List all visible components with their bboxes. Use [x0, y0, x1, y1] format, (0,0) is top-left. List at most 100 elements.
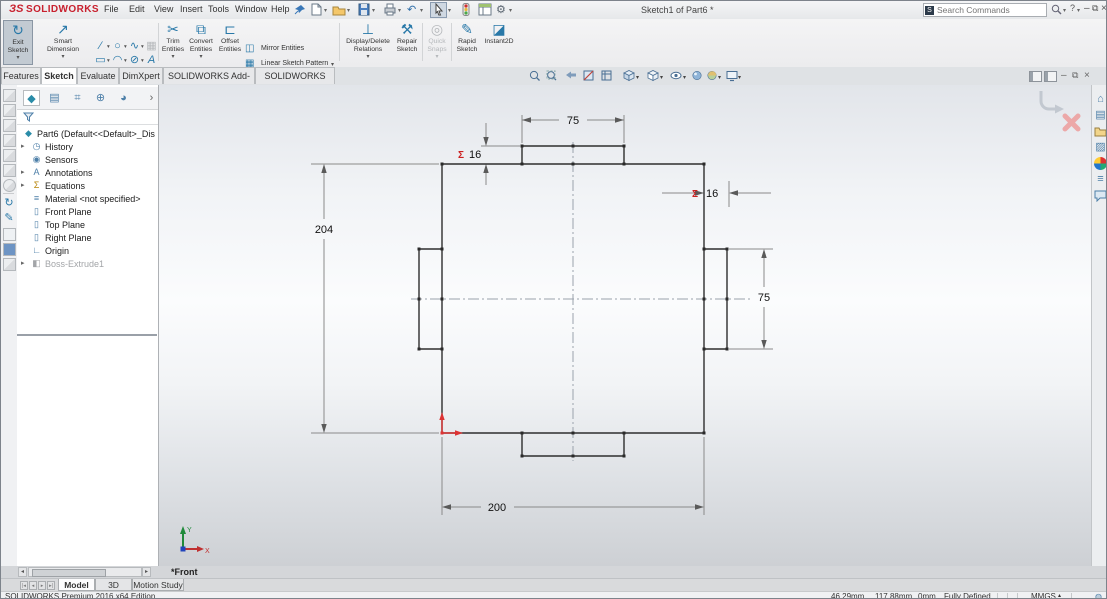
spline-tool-icon[interactable]: ∿ — [128, 40, 141, 53]
sketch-canvas[interactable]: 75 Σ 16 Σ 16 204 75 200 Y X — [159, 85, 1091, 566]
help-button[interactable]: ? — [1070, 3, 1075, 13]
print-caret-icon[interactable]: ▾ — [398, 7, 401, 14]
view-palette-icon[interactable]: ▨ — [1094, 141, 1106, 154]
tab-solidworks-mbd[interactable]: SOLIDWORKS MBD — [255, 67, 335, 98]
minimize-button[interactable]: – — [1084, 3, 1090, 14]
dim-overall-width[interactable]: 200 — [488, 502, 506, 514]
convert-caret-icon[interactable]: ▾ — [187, 54, 215, 61]
dim-top-tab-height[interactable]: 16 — [469, 149, 481, 161]
show-featuremanager-pane-icon[interactable] — [1029, 71, 1042, 82]
configurationmanager-tab-icon[interactable]: ⌗ — [69, 90, 86, 106]
search-input[interactable] — [937, 5, 1032, 15]
cancel-sketch-icon[interactable] — [1062, 113, 1081, 132]
sketch-icon[interactable]: ↻ — [2, 196, 16, 209]
tab-model[interactable]: Model — [58, 579, 95, 591]
part-blue-icon[interactable] — [3, 243, 16, 256]
settings-gear-icon[interactable]: ⚙ — [496, 3, 506, 16]
pin-icon[interactable] — [293, 3, 307, 16]
hide-show-caret-icon[interactable]: ▾ — [683, 75, 686, 81]
expand-caret-icon[interactable]: ▸ — [21, 142, 25, 150]
tab-3d-views[interactable]: 3D Views — [95, 579, 132, 598]
trim-caret-icon[interactable]: ▾ — [160, 54, 186, 61]
view-cube-icon[interactable] — [3, 164, 16, 177]
home-icon[interactable]: ⌂ — [1094, 93, 1106, 106]
spline-caret-icon[interactable]: ▾ — [141, 44, 144, 50]
close-button[interactable]: × — [1101, 3, 1106, 14]
menu-help[interactable]: Help — [271, 4, 290, 14]
tab-evaluate[interactable]: Evaluate — [77, 67, 119, 84]
display-style-icon[interactable] — [647, 70, 659, 82]
exit-sketch-caret-icon[interactable]: ▾ — [4, 55, 32, 62]
expand-caret-icon[interactable]: ▸ — [21, 181, 25, 189]
file-explorer-icon[interactable] — [1094, 125, 1107, 138]
dim-top-tab-width[interactable]: 75 — [567, 115, 579, 127]
circle-caret-icon[interactable]: ▾ — [124, 44, 127, 50]
expand-caret-icon[interactable]: ▸ — [21, 259, 25, 267]
tree-item-front-plane[interactable]: ▯ Front Plane — [17, 206, 157, 219]
convert-entities-button[interactable]: ⧉ Convert Entities ▾ — [187, 20, 215, 65]
show-display-pane-icon[interactable] — [1044, 71, 1057, 82]
restore-button[interactable]: ⧉ — [1092, 3, 1098, 14]
settings-caret-icon[interactable]: ▾ — [509, 7, 512, 14]
scroll-left-button[interactable]: ◂ — [18, 567, 27, 577]
display-delete-caret-icon[interactable]: ▾ — [343, 54, 393, 61]
menu-file[interactable]: File — [104, 4, 119, 14]
units-selector[interactable]: MMGS — [1031, 592, 1056, 598]
rebuild-icon[interactable] — [459, 3, 473, 16]
propertymanager-tab-icon[interactable]: ▤ — [46, 90, 63, 106]
menu-view[interactable]: View — [154, 4, 173, 14]
arc-caret-icon[interactable]: ▾ — [124, 58, 127, 64]
dim-overall-height[interactable]: 204 — [315, 224, 333, 236]
search-caret-icon[interactable]: ▾ — [1063, 7, 1066, 14]
ellipse-tool-icon[interactable]: ⊘ — [128, 54, 141, 67]
help-caret-icon[interactable]: ▾ — [1077, 7, 1080, 14]
view-cube-icon[interactable] — [3, 119, 16, 132]
zoom-to-area-icon[interactable] — [546, 70, 557, 81]
view-cube-icon[interactable] — [3, 149, 16, 162]
design-library-icon[interactable]: ▤ — [1094, 109, 1106, 122]
line-caret-icon[interactable]: ▾ — [107, 44, 110, 50]
dim-side-tab-height[interactable]: 75 — [758, 292, 770, 304]
sketch-edit-icon[interactable]: ✎ — [2, 211, 16, 224]
view-settings-caret-icon[interactable]: ▾ — [738, 75, 741, 81]
doc-restore-button[interactable]: ⧉ — [1072, 70, 1078, 81]
tree-root-part[interactable]: ◆ Part6 (Default<<Default>_Display State — [17, 128, 157, 141]
view-sphere-icon[interactable] — [3, 179, 16, 192]
instant2d-button[interactable]: ◪ Instant2D — [482, 20, 516, 65]
arc-tool-icon[interactable]: ◠ — [111, 54, 124, 67]
ellipse-caret-icon[interactable]: ▾ — [141, 58, 144, 64]
next-tab-button[interactable]: ▸ — [38, 581, 46, 590]
tab-features[interactable]: Features — [1, 67, 41, 84]
prev-tab-button[interactable]: ◂ — [29, 581, 37, 590]
trim-entities-button[interactable]: ✂ Trim Entities ▾ — [160, 20, 186, 65]
graphics-viewport[interactable]: 75 Σ 16 Σ 16 204 75 200 Y X — [159, 85, 1091, 566]
view-settings-icon[interactable] — [726, 71, 738, 82]
repair-sketch-button[interactable]: ⚒ Repair Sketch — [394, 20, 420, 65]
solidworks-forum-icon[interactable] — [1094, 189, 1107, 202]
new-document-icon[interactable] — [309, 3, 323, 16]
circle-tool-icon[interactable]: ○ — [111, 40, 124, 53]
menu-edit[interactable]: Edit — [129, 4, 145, 14]
appearances-icon[interactable] — [1094, 157, 1106, 170]
scrollbar-thumb[interactable] — [32, 569, 106, 577]
tab-solidworks-add-ins[interactable]: SOLIDWORKS Add-Ins — [163, 67, 255, 98]
featuremanager-tab-icon[interactable]: ◆ — [23, 90, 40, 106]
part-gray-icon[interactable] — [3, 258, 16, 271]
rollback-bar[interactable] — [17, 334, 157, 336]
select-caret-icon[interactable]: ▾ — [448, 7, 451, 14]
edit-appearance-icon[interactable] — [692, 71, 702, 80]
tree-item-annotations[interactable]: ▸ A Annotations — [17, 167, 157, 180]
search-box[interactable]: S — [923, 3, 1047, 17]
expand-caret-icon[interactable]: ▸ — [21, 168, 25, 176]
tree-item-equations[interactable]: ▸ Σ Equations — [17, 180, 157, 193]
tab-sketch[interactable]: Sketch — [41, 67, 77, 84]
apply-scene-icon[interactable] — [707, 71, 717, 80]
tree-item-history[interactable]: ▸ ◷ History — [17, 141, 157, 154]
tree-item-sensors[interactable]: ◉ Sensors — [17, 154, 157, 167]
offset-entities-button[interactable]: ⊏ Offset Entities — [216, 20, 244, 65]
print-icon[interactable] — [383, 3, 397, 16]
filter-funnel-icon[interactable] — [23, 112, 34, 122]
tree-filter-row[interactable] — [17, 109, 158, 125]
hide-show-items-icon[interactable] — [670, 71, 682, 80]
view-cube-icon[interactable] — [3, 104, 16, 117]
